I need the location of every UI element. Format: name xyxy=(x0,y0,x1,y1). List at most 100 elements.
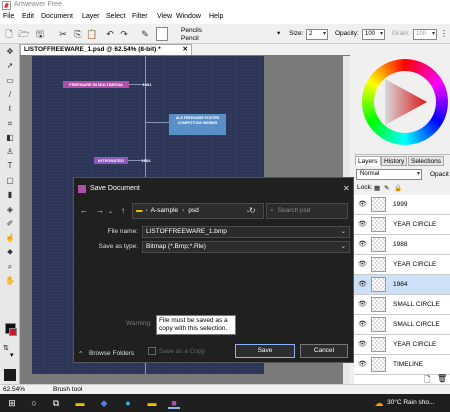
edge-browser-icon[interactable]: ● xyxy=(122,397,134,409)
visibility-eye-icon[interactable]: 👁 xyxy=(358,320,367,328)
zoom-tool-icon[interactable]: ⌕ xyxy=(4,261,16,273)
chevron-down-icon[interactable]: ⌄ xyxy=(341,227,346,237)
layer-row[interactable]: 👁 SMALL CIRCLE xyxy=(354,315,450,335)
brush-preset-icon[interactable]: ✎ xyxy=(139,28,151,40)
background-color-swatch[interactable] xyxy=(9,328,17,336)
search-icon[interactable]: ○ xyxy=(28,397,40,409)
menu-document[interactable]: Document xyxy=(41,13,73,20)
stamp-tool-icon[interactable]: ♙ xyxy=(4,146,16,158)
visibility-eye-icon[interactable]: 👁 xyxy=(358,300,367,308)
opacity-field[interactable]: 100 ▾ xyxy=(362,29,385,40)
gradient-tool-icon[interactable]: ▮ xyxy=(4,189,16,201)
close-tab-icon[interactable]: ✕ xyxy=(183,45,188,55)
layer-row[interactable]: 👁 YEAR CIRCLE xyxy=(354,255,450,275)
menu-file[interactable]: File xyxy=(3,13,14,20)
text-tool-icon[interactable]: T xyxy=(4,160,16,172)
file-explorer-icon[interactable]: ▬ xyxy=(74,397,86,409)
filename-input[interactable]: LISTOFFREEWARE_1.bmp ⌄ xyxy=(142,226,350,238)
address-bar[interactable]: ▬ › A-sample › psd ⌄ xyxy=(132,203,264,219)
visibility-eye-icon[interactable]: 👁 xyxy=(358,360,367,368)
brush-variant[interactable]: Pencil xyxy=(181,35,199,42)
blur-tool-icon[interactable]: ⬥ xyxy=(4,246,16,258)
save-copy-checkbox[interactable] xyxy=(148,347,156,355)
visibility-eye-icon[interactable]: 👁 xyxy=(358,260,367,268)
chevron-up-icon[interactable]: ⌃ xyxy=(78,350,83,358)
layer-row[interactable]: 👁 1999 xyxy=(354,195,450,215)
open-icon[interactable]: 🗁 xyxy=(18,28,30,40)
smudge-tool-icon[interactable]: ☝ xyxy=(4,232,16,244)
lasso-tool-icon[interactable]: ℓ xyxy=(4,103,16,115)
breadcrumb-folder[interactable]: psd xyxy=(188,207,198,214)
shape-tool-icon[interactable]: ▢ xyxy=(4,175,16,187)
layer-row-selected[interactable]: 👁 1984 xyxy=(354,275,450,295)
lock-all-icon[interactable]: 🔒 xyxy=(394,184,402,192)
savetype-select[interactable]: Bitmap (*.Bmp;*.Rle) ⌄ xyxy=(142,241,350,253)
menu-view[interactable]: View xyxy=(157,13,172,20)
menu-filter[interactable]: Filter xyxy=(132,13,148,20)
menu-edit[interactable]: Edit xyxy=(22,13,34,20)
document-tab[interactable]: LISTOFFREEWARE_1.psd @ 62.54% (8-bit) * ✕ xyxy=(20,44,192,55)
task-view-icon[interactable]: ⧉ xyxy=(50,397,62,409)
overflow-icon[interactable]: ⋮ xyxy=(440,29,448,38)
pencil-preview-icon[interactable] xyxy=(156,27,168,41)
blend-mode-select[interactable]: Normal ▾ xyxy=(356,169,422,180)
crop-tool-icon[interactable]: ⌗ xyxy=(4,118,16,130)
search-box[interactable]: ⌕ Search psd xyxy=(266,203,348,219)
redo-icon[interactable]: ↷ xyxy=(118,28,130,40)
layer-row[interactable]: 👁 YEAR CIRCLE xyxy=(354,215,450,235)
tab-layers[interactable]: Layers xyxy=(355,156,381,166)
visibility-eye-icon[interactable]: 👁 xyxy=(358,240,367,248)
refresh-icon[interactable]: ↻ xyxy=(249,206,256,215)
brush-tool-icon[interactable]: / xyxy=(4,89,16,101)
back-icon[interactable]: ← xyxy=(80,206,88,215)
brush-category[interactable]: Pencils xyxy=(181,27,202,34)
color-triangle[interactable] xyxy=(383,79,427,125)
cut-icon[interactable]: ✂ xyxy=(57,28,69,40)
new-icon[interactable]: 🗋 xyxy=(3,28,15,40)
paste-icon[interactable]: 📋 xyxy=(86,28,98,40)
move-tool-icon[interactable]: ✥ xyxy=(4,46,16,58)
visibility-eye-icon[interactable]: 👁 xyxy=(358,220,367,228)
swatch-menu-icon[interactable]: ▾ xyxy=(10,351,14,359)
artweaver-taskbar-icon[interactable]: ■ xyxy=(168,397,180,409)
forward-icon[interactable]: → xyxy=(96,206,104,215)
menu-window[interactable]: Window xyxy=(176,13,201,20)
menu-layer[interactable]: Layer xyxy=(82,13,100,20)
size-field[interactable]: 2 ▾ xyxy=(306,29,328,40)
fill-tool-icon[interactable]: ◈ xyxy=(4,204,16,216)
tab-selections[interactable]: Selections xyxy=(408,156,444,166)
weather-text[interactable]: 30°C Rain sho... xyxy=(387,399,434,406)
undo-icon[interactable]: ↶ xyxy=(104,28,116,40)
visibility-eye-icon[interactable]: 👁 xyxy=(358,340,367,348)
copy-icon[interactable]: ⎘ xyxy=(72,28,84,40)
layer-row[interactable]: 👁 1988 xyxy=(354,235,450,255)
app-icon[interactable]: ◆ xyxy=(98,397,110,409)
chevron-down-icon[interactable]: ⌄ xyxy=(341,242,346,252)
save-icon[interactable]: 🖫 xyxy=(34,28,46,40)
breadcrumb-root[interactable]: A-sample xyxy=(151,207,178,214)
brush-dropdown-icon[interactable]: ▾ xyxy=(277,29,280,37)
menu-help[interactable]: Help xyxy=(209,13,223,20)
windows-start-icon[interactable]: ⊞ xyxy=(6,397,18,409)
lock-paint-icon[interactable]: ✎ xyxy=(384,184,389,192)
layer-row[interactable]: 👁 SMALL CIRCLE xyxy=(354,295,450,315)
marquee-tool-icon[interactable]: ▭ xyxy=(4,75,16,87)
visibility-eye-icon[interactable]: 👁 xyxy=(358,200,367,208)
eyedropper-tool-icon[interactable]: ✐ xyxy=(4,218,16,230)
dialog-close-icon[interactable]: ✕ xyxy=(343,184,350,193)
swap-colors-icon[interactable]: ⇅ xyxy=(3,344,9,352)
eraser-tool-icon[interactable]: ◧ xyxy=(4,132,16,144)
delete-layer-icon[interactable]: 🗑 xyxy=(437,374,447,383)
cancel-button[interactable]: Cancel xyxy=(300,344,348,358)
hand-tool-icon[interactable]: ✋ xyxy=(4,275,16,287)
up-folder-icon[interactable]: ↑ xyxy=(121,206,125,215)
lock-transparency-icon[interactable]: ▦ xyxy=(374,184,380,192)
move-arrow-tool-icon[interactable]: ➚ xyxy=(4,60,16,72)
folder-icon[interactable]: ▬ xyxy=(146,397,158,409)
recent-dropdown-icon[interactable]: ⌄ xyxy=(108,208,113,215)
browse-folders-toggle[interactable]: Browse Folders xyxy=(89,350,134,357)
menu-select[interactable]: Select xyxy=(106,13,125,20)
tab-history[interactable]: History xyxy=(381,156,408,166)
layer-row[interactable]: 👁 TIMELINE xyxy=(354,355,450,375)
visibility-eye-icon[interactable]: 👁 xyxy=(358,280,367,288)
